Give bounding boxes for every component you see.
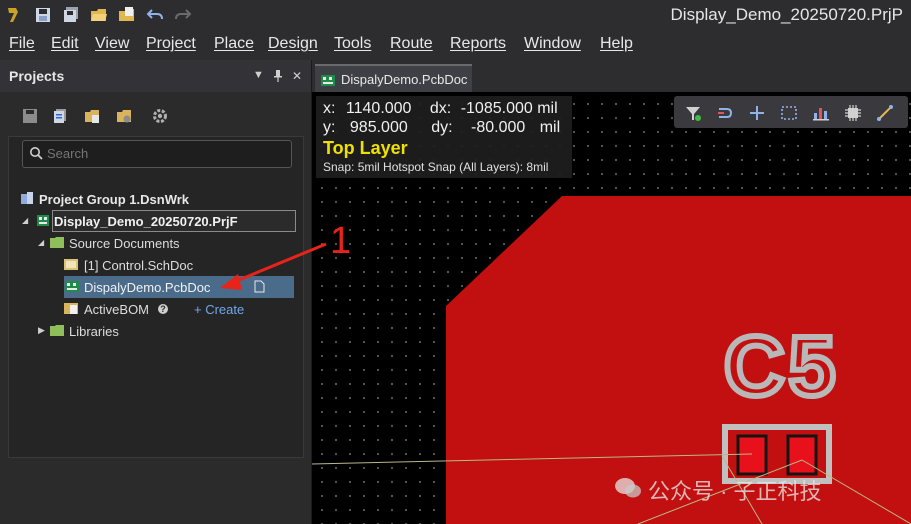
pcb-doc-label: DispalyDemo.PcbDoc (84, 280, 211, 295)
dy-label: dy: (431, 119, 453, 136)
menu-tools[interactable]: Tools (334, 35, 371, 53)
panel-toolbar (0, 100, 311, 130)
folder-settings-icon[interactable] (116, 108, 132, 124)
project-label: Display_Demo_20250720.PrjF (54, 214, 238, 229)
pcb-doc-icon (65, 281, 79, 292)
tree-activebom[interactable]: ActiveBOM ? + Create (64, 298, 294, 320)
dx-label: dx: (429, 100, 452, 117)
panel-header: Projects ▼ ✕ (0, 60, 311, 92)
close-icon[interactable]: ✕ (292, 69, 302, 83)
folder-icon (50, 325, 64, 336)
save-icon[interactable] (34, 6, 52, 24)
dy-value: -80.000 (471, 119, 526, 136)
create-link[interactable]: + Create (194, 302, 244, 317)
component-icon[interactable] (844, 104, 862, 122)
tree-libraries[interactable]: ▶ Libraries (38, 320, 294, 342)
menu-view[interactable]: View (95, 35, 129, 53)
select-rect-icon[interactable] (780, 104, 798, 122)
pad-2[interactable] (786, 434, 818, 476)
menu-help[interactable]: Help (600, 35, 633, 53)
title-bar: Display_Demo_20250720.PrjP (0, 0, 911, 30)
libraries-label: Libraries (69, 324, 119, 339)
save-project-icon[interactable] (22, 108, 38, 124)
pad-1[interactable] (736, 434, 768, 476)
dy-unit: mil (539, 119, 561, 136)
projects-panel: Projects ▼ ✕ Project Group 1.DsnWrk ◢ Di… (0, 60, 312, 524)
collapse-arrow-icon[interactable]: ◢ (22, 216, 28, 225)
coordinate-hud: x: 1140.000 dx: -1085.000 mil y: 985.000… (316, 96, 572, 178)
panel-dropdown-icon[interactable]: ▼ (253, 69, 264, 81)
menu-file[interactable]: File (9, 35, 35, 53)
open-folder-icon[interactable] (90, 6, 108, 24)
bom-doc-icon (64, 303, 78, 314)
open-doc-folder-icon[interactable] (84, 108, 100, 124)
app-logo-icon[interactable] (4, 6, 22, 24)
active-bar-toolbar (674, 96, 908, 128)
pin-icon[interactable] (273, 70, 283, 82)
redo-icon[interactable] (174, 6, 192, 24)
hud-x-row: x: 1140.000 dx: -1085.000 mil (323, 100, 558, 118)
open-project-icon[interactable] (118, 6, 136, 24)
schematic-doc-icon (64, 259, 78, 270)
tree-project[interactable]: ◢ Display_Demo_20250720.PrjF (22, 210, 296, 232)
menu-place[interactable]: Place (214, 35, 254, 53)
collapse-arrow-icon[interactable]: ◢ (38, 238, 44, 247)
tree-source-documents[interactable]: ◢ Source Documents (38, 232, 294, 254)
tree-project-group[interactable]: Project Group 1.DsnWrk (18, 188, 298, 210)
y-value: 985.000 (349, 119, 408, 136)
activebom-label: ActiveBOM (84, 302, 150, 317)
current-layer: Top Layer (323, 138, 408, 158)
watermark: 公众号 · 子正科技 (615, 474, 822, 506)
document-icon[interactable] (254, 280, 265, 293)
snap-info: Snap: 5mil Hotspot Snap (All Layers): 8m… (323, 160, 549, 174)
watermark-text: 公众号 · 子正科技 (648, 479, 822, 504)
menu-project[interactable]: Project (146, 35, 196, 53)
wechat-icon (615, 478, 641, 498)
sch-doc-label: [1] Control.SchDoc (84, 258, 194, 273)
menu-window[interactable]: Window (524, 35, 581, 53)
undo-icon[interactable] (146, 6, 164, 24)
source-documents-label: Source Documents (69, 236, 180, 251)
menu-design[interactable]: Design (268, 35, 318, 53)
route-icon[interactable] (716, 104, 734, 122)
window-title: Display_Demo_20250720.PrjP (670, 5, 903, 24)
search-input[interactable] (47, 144, 277, 162)
help-icon[interactable]: ? (158, 304, 168, 314)
y-label: y: (323, 119, 336, 136)
hud-y-row: y: 985.000 dy: -80.000 mil (323, 119, 560, 137)
folder-icon (50, 237, 64, 248)
menu-bar: File Edit View Project Place Design Tool… (0, 30, 911, 60)
workspace-icon (21, 192, 33, 204)
expand-arrow-icon[interactable]: ▶ (38, 325, 45, 336)
add-icon[interactable] (748, 104, 766, 122)
save-all-icon[interactable] (62, 6, 80, 24)
menu-edit[interactable]: Edit (51, 35, 79, 53)
compile-icon[interactable] (52, 108, 68, 124)
chart-icon[interactable] (812, 104, 830, 122)
filter-icon[interactable] (684, 104, 702, 122)
menu-route[interactable]: Route (390, 35, 433, 53)
search-icon (30, 147, 43, 160)
search-box[interactable] (22, 140, 292, 168)
menu-reports[interactable]: Reports (450, 35, 506, 53)
gear-icon[interactable] (152, 108, 168, 124)
interactive-route-icon[interactable] (876, 104, 894, 122)
tree-pcb-doc-selected[interactable]: DispalyDemo.PcbDoc (64, 276, 294, 298)
x-value: 1140.000 (345, 100, 412, 117)
pcb-editor: DispalyDemo.PcbDoc C5 x: 1140.000 dx: -1… (312, 60, 911, 524)
panel-title: Projects (9, 68, 65, 84)
pcb-project-icon (37, 215, 49, 226)
project-group-label: Project Group 1.DsnWrk (39, 192, 190, 207)
annotation-number: 1 (330, 220, 352, 262)
dx-value: -1085.000 mil (460, 100, 558, 117)
x-label: x: (323, 100, 336, 117)
designator-label[interactable]: C5 (721, 321, 839, 411)
tree-sch-doc[interactable]: [1] Control.SchDoc (64, 254, 294, 276)
